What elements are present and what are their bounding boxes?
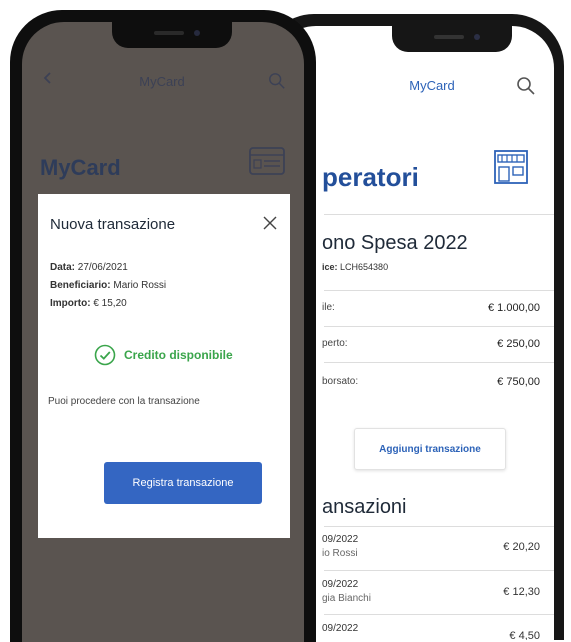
summary-value: € 250,00 bbox=[497, 338, 540, 350]
close-icon[interactable] bbox=[262, 215, 278, 231]
transaction-date: 09/2022 bbox=[322, 534, 359, 545]
amount-field: Importo: € 15,20 bbox=[50, 298, 127, 309]
divider bbox=[324, 362, 554, 363]
summary-value: € 750,00 bbox=[497, 376, 540, 388]
divider bbox=[324, 614, 554, 615]
field-label: Data: bbox=[50, 262, 76, 273]
back-phone-screen: MyCard peratori ono Spesa 2022 ice: LCH6… bbox=[274, 26, 554, 640]
card-code-value: LCH654380 bbox=[340, 262, 389, 272]
credit-status: Credito disponibile bbox=[94, 344, 233, 366]
front-phone: MyCard MyCard Nuova transazione Data: 27… bbox=[10, 10, 316, 642]
divider bbox=[324, 570, 554, 571]
summary-row: borsato: € 750,00 bbox=[322, 372, 540, 392]
divider bbox=[324, 326, 554, 327]
field-label: Importo: bbox=[50, 298, 91, 309]
beneficiary-field: Beneficiario: Mario Rossi bbox=[50, 280, 166, 291]
transaction-row[interactable]: 09/2022 gia Bianchi € 12,30 bbox=[322, 576, 540, 612]
app-title: MyCard bbox=[409, 78, 455, 93]
divider bbox=[324, 526, 554, 527]
transaction-amount: € 12,30 bbox=[503, 586, 540, 598]
check-circle-icon bbox=[94, 344, 116, 366]
transaction-date: 09/2022 bbox=[322, 579, 359, 590]
dialog-title: Nuova transazione bbox=[50, 216, 176, 233]
transaction-name: io Rossi bbox=[322, 548, 358, 559]
divider bbox=[324, 290, 554, 291]
search-icon[interactable] bbox=[268, 72, 286, 90]
card-title: ono Spesa 2022 bbox=[322, 232, 468, 254]
divider bbox=[324, 214, 554, 215]
search-icon[interactable] bbox=[516, 76, 536, 96]
front-phone-screen: MyCard MyCard Nuova transazione Data: 27… bbox=[22, 22, 304, 642]
page-title: peratori bbox=[322, 162, 419, 192]
field-value: Mario Rossi bbox=[113, 280, 167, 291]
summary-value: € 1.000,00 bbox=[488, 302, 540, 314]
transaction-row[interactable]: 09/2022 io Rossi € 20,20 bbox=[322, 531, 540, 567]
card-code-label: ice: bbox=[322, 262, 338, 272]
credit-status-label: Credito disponibile bbox=[124, 348, 233, 362]
transaction-name: gia Bianchi bbox=[322, 593, 371, 604]
transaction-amount: € 20,20 bbox=[503, 541, 540, 553]
transaction-row[interactable]: 09/2022 € 4,50 bbox=[322, 620, 540, 640]
transactions-title: ansazioni bbox=[322, 496, 407, 518]
summary-label: perto: bbox=[322, 338, 348, 349]
dialog-message: Puoi procedere con la transazione bbox=[48, 396, 200, 407]
field-label: Beneficiario: bbox=[50, 280, 111, 291]
summary-label: ile: bbox=[322, 302, 335, 313]
field-value: 27/06/2021 bbox=[77, 262, 128, 273]
front-phone-notch bbox=[112, 22, 232, 48]
back-arrow-icon[interactable] bbox=[40, 70, 56, 86]
app-title: MyCard bbox=[139, 74, 185, 89]
register-transaction-button[interactable]: Registra transazione bbox=[104, 462, 262, 504]
summary-row: perto: € 250,00 bbox=[322, 334, 540, 354]
add-transaction-button[interactable]: Aggiungi transazione bbox=[354, 428, 506, 470]
summary-label: borsato: bbox=[322, 376, 359, 387]
date-field: Data: 27/06/2021 bbox=[50, 262, 128, 273]
card-code: ice: LCH654380 bbox=[322, 262, 388, 272]
page-title: MyCard bbox=[40, 155, 121, 180]
back-phone-notch bbox=[392, 26, 512, 52]
transaction-date: 09/2022 bbox=[322, 623, 359, 634]
summary-row: ile: € 1.000,00 bbox=[322, 298, 540, 318]
card-icon bbox=[249, 147, 285, 175]
store-icon bbox=[494, 150, 528, 184]
field-value: € 15,20 bbox=[93, 298, 127, 309]
new-transaction-dialog: Nuova transazione Data: 27/06/2021 Benef… bbox=[38, 194, 290, 538]
